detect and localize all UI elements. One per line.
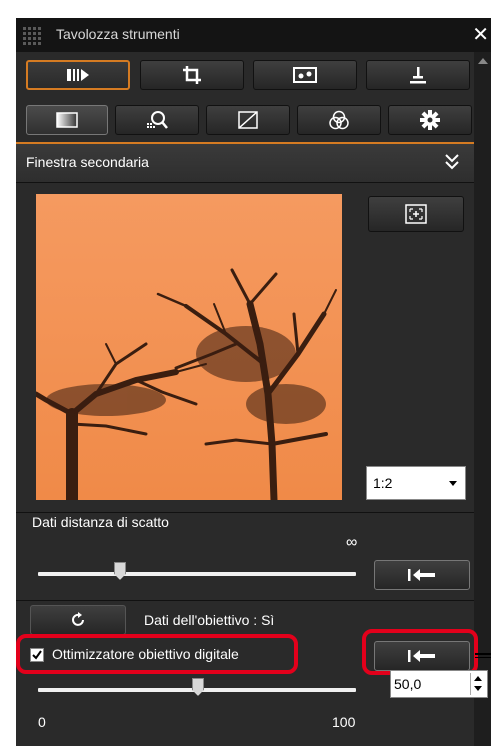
digital-lens-optimizer-value: 50,0 — [394, 676, 422, 692]
grip-icon[interactable] — [23, 25, 43, 45]
stamp-icon — [410, 67, 426, 84]
slider-min-label: 0 — [38, 714, 46, 730]
value-spinner[interactable] — [470, 673, 485, 695]
image-icon — [293, 67, 317, 83]
shooting-distance-slider-thumb[interactable] — [114, 562, 126, 580]
tool-image-button[interactable] — [253, 60, 357, 90]
spin-down-arrow-icon[interactable] — [474, 686, 482, 691]
callout-line — [475, 653, 491, 655]
basic-adjust-icon — [56, 112, 78, 128]
sub-window-title: Finestra secondaria — [26, 154, 149, 170]
digital-lens-optimizer-value-field[interactable]: 50,0 — [390, 670, 488, 698]
title-bar[interactable]: Tavolozza strumenti ✕ — [16, 18, 491, 52]
shooting-distance-slider-track[interactable] — [38, 572, 356, 576]
shooting-distance-reset-button[interactable] — [374, 560, 470, 590]
infinity-label: ∞ — [346, 534, 358, 551]
adjust-icon — [67, 69, 89, 81]
digital-lens-optimizer-slider-thumb[interactable] — [192, 678, 204, 696]
tool-palette-panel: Tavolozza strumenti ✕ Finestra secondari… — [16, 18, 491, 746]
color-adjust-icon — [329, 110, 349, 130]
fit-frame-icon — [405, 204, 427, 224]
scroll-up-arrow-icon[interactable] — [478, 58, 488, 64]
settings-gear-icon — [420, 110, 440, 130]
fit-to-window-button[interactable] — [368, 196, 464, 232]
spin-up-arrow-icon[interactable] — [474, 676, 482, 681]
tool-crop-button[interactable] — [140, 60, 244, 90]
refresh-lens-data-button[interactable] — [30, 605, 126, 635]
tab-color-adjust[interactable] — [297, 105, 381, 135]
tone-curve-icon — [238, 111, 258, 129]
sub-window-preview[interactable] — [36, 194, 342, 500]
zoom-value: 1:2 — [373, 475, 393, 491]
lens-data-label: Dati dell'obiettivo : Sì — [144, 612, 275, 628]
refresh-icon — [72, 612, 84, 626]
slider-max-label: 100 — [332, 714, 356, 730]
close-icon[interactable]: ✕ — [472, 22, 489, 47]
highlight-frame-checkbox — [16, 634, 298, 674]
window-title: Tavolozza strumenti — [56, 26, 180, 42]
tree-silhouette-image — [36, 194, 342, 500]
zoom-select[interactable]: 1:2 — [366, 466, 466, 500]
double-chevron-down-icon[interactable] — [444, 152, 460, 172]
tab-tone-curve[interactable] — [206, 105, 290, 135]
reset-arrow-icon — [408, 569, 435, 581]
sub-window-header[interactable]: Finestra secondaria — [16, 144, 474, 183]
dropdown-arrow-icon[interactable] — [449, 481, 457, 486]
callout-line — [475, 657, 491, 658]
lens-correction-icon — [147, 111, 168, 129]
tab-basic-adjust[interactable] — [26, 105, 108, 135]
highlight-frame-reset — [362, 629, 478, 675]
tool-adjust-button[interactable] — [26, 60, 130, 90]
tab-settings[interactable] — [388, 105, 472, 135]
tab-lens-correction[interactable] — [115, 105, 199, 135]
crop-icon — [183, 66, 201, 84]
shooting-distance-label: Dati distanza di scatto — [32, 514, 169, 530]
separator — [16, 600, 474, 601]
separator — [16, 512, 474, 513]
tool-stamp-button[interactable] — [366, 60, 470, 90]
